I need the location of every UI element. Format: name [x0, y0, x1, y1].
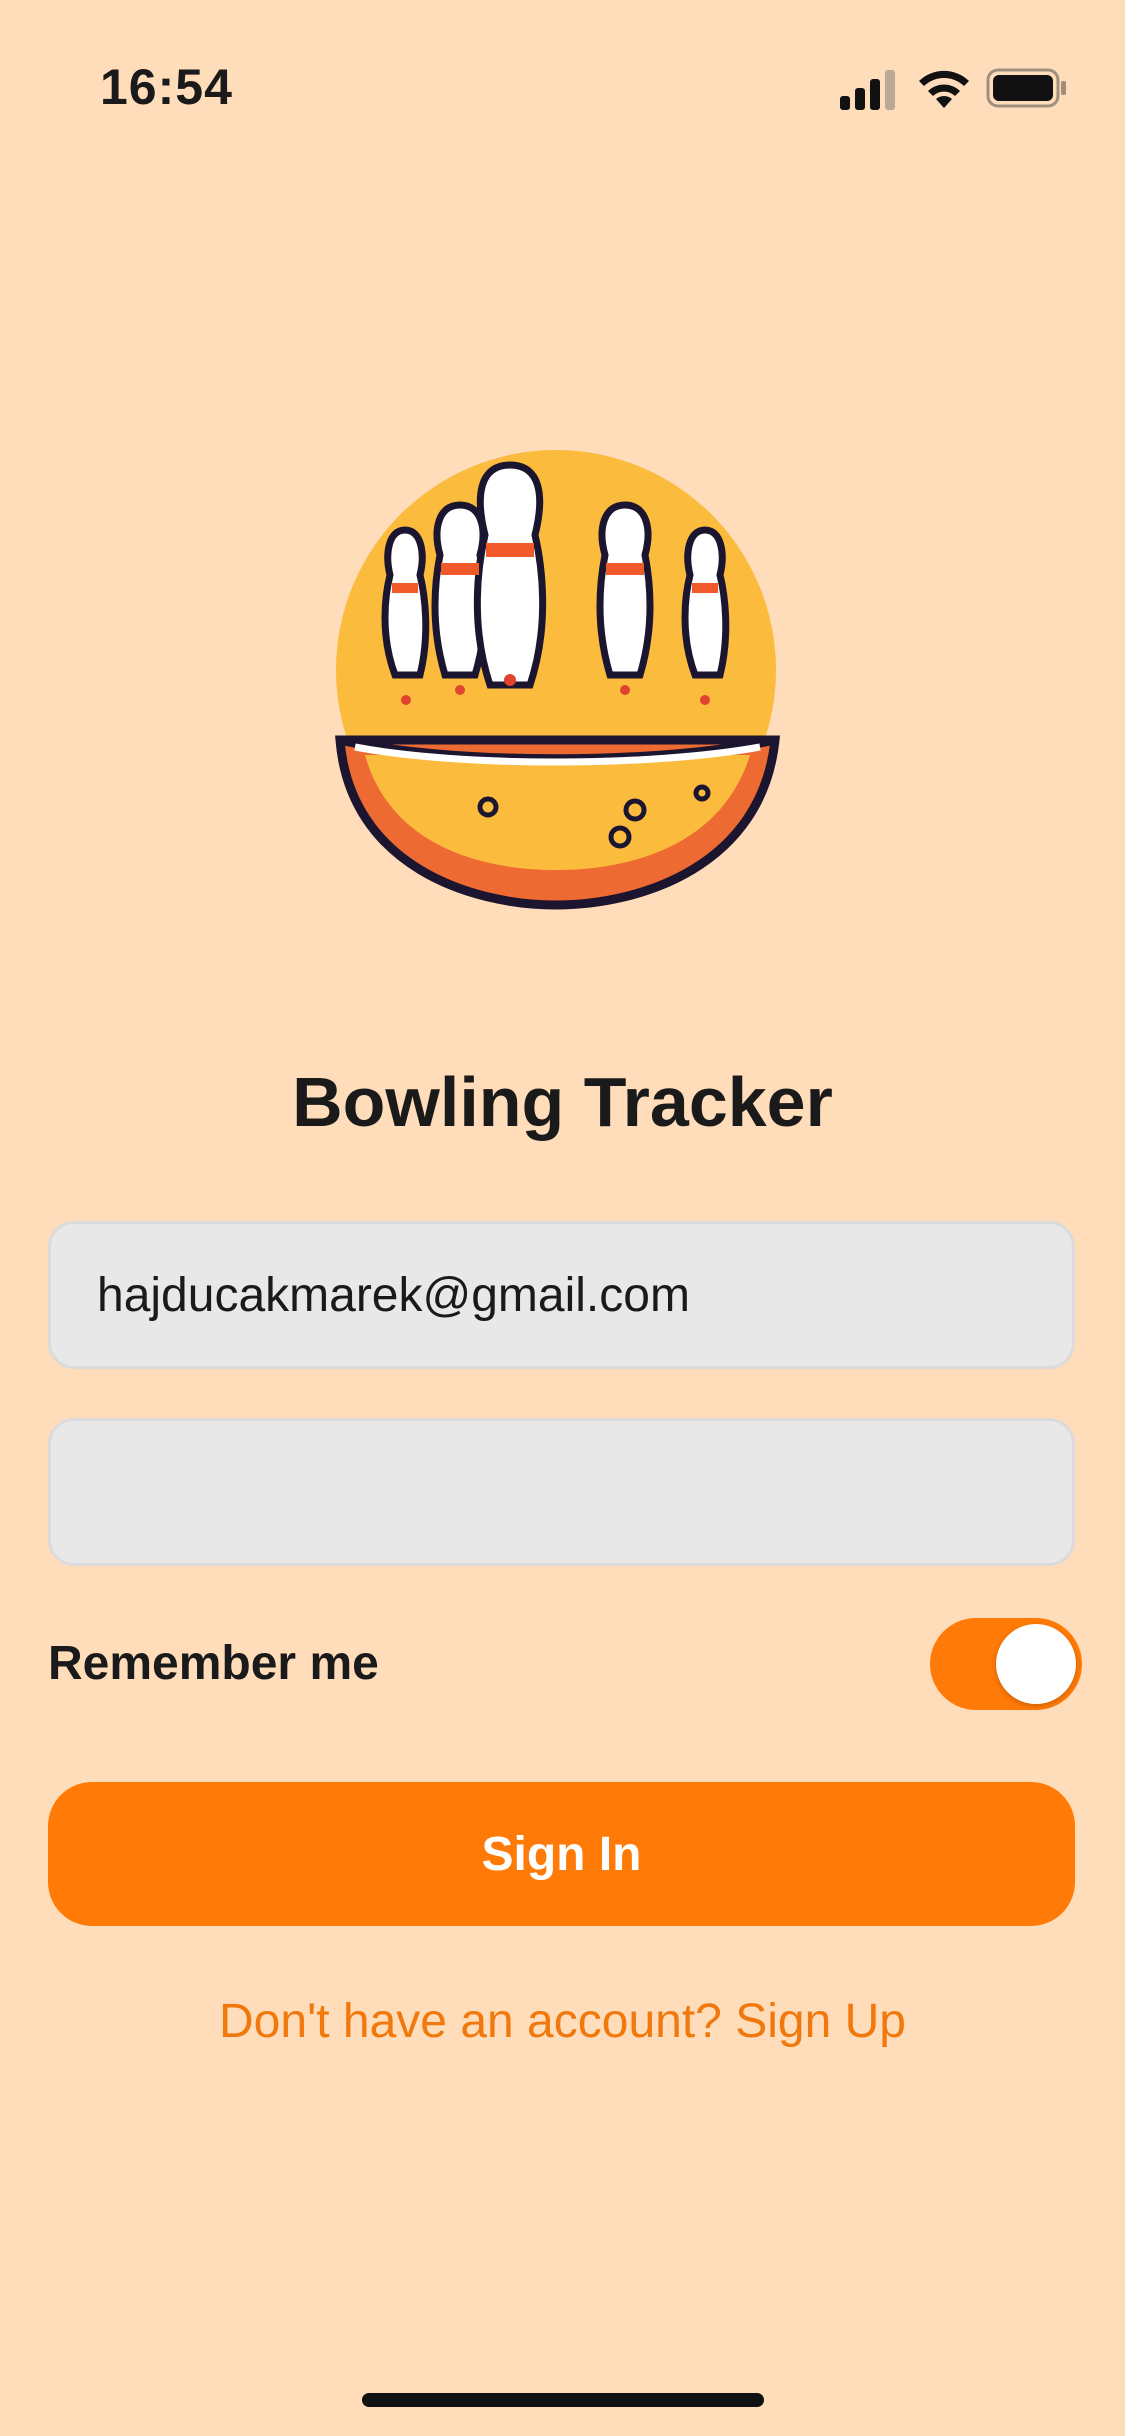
home-indicator[interactable] [362, 2393, 764, 2407]
password-field[interactable] [48, 1418, 1075, 1566]
sign-in-button[interactable]: Sign In [48, 1782, 1075, 1926]
remember-me-toggle[interactable] [930, 1618, 1082, 1710]
wifi-icon [919, 70, 969, 108]
battery-icon [986, 68, 1066, 108]
app-title: Bowling Tracker [292, 1063, 833, 1141]
sign-up-link[interactable]: Don't have an account? Sign Up [0, 1994, 1125, 2049]
remember-me-label: Remember me [48, 1637, 379, 1690]
email-field[interactable] [48, 1221, 1075, 1369]
email-input[interactable] [97, 1224, 1037, 1366]
cellular-signal-icon [840, 70, 895, 110]
toggle-knob [996, 1624, 1076, 1704]
password-input[interactable] [97, 1421, 1037, 1563]
bowling-pins-logo [335, 450, 780, 910]
status-bar: 16:54 [0, 0, 1125, 140]
status-time: 16:54 [100, 59, 233, 115]
